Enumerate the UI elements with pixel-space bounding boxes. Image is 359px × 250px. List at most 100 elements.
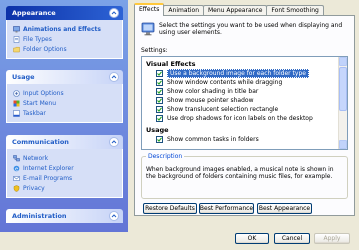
description-text: When background images enabled, a musica… [146, 166, 334, 180]
privacy-icon [13, 184, 20, 192]
link-animations-effects[interactable]: Animations and Effects [13, 24, 116, 34]
link-label: Folder Options [23, 45, 67, 53]
group-usage: Usage Input Options Start Menu Taskbar [6, 70, 123, 123]
link-label: E-mail Programs [23, 174, 73, 182]
group-title: Appearance [12, 9, 56, 17]
link-start-menu[interactable]: Start Menu [13, 98, 116, 108]
link-email-programs[interactable]: E-mail Programs [13, 173, 116, 183]
intro: Select the settings you want to be used … [141, 22, 351, 36]
link-input-options[interactable]: Input Options [13, 88, 116, 98]
option-label: Show common tasks in folders [167, 136, 259, 143]
description-title: Description [146, 153, 185, 160]
link-label: Network [23, 154, 49, 162]
link-privacy[interactable]: Privacy [13, 183, 116, 193]
settings-label: Settings: [141, 47, 168, 54]
collapse-chevron-icon[interactable] [109, 72, 119, 82]
group-header-communication[interactable]: Communication [6, 135, 123, 149]
checkbox[interactable] [156, 70, 163, 77]
email-icon [13, 175, 20, 181]
best-performance-button[interactable]: Best Performance [199, 203, 254, 214]
link-folder-options[interactable]: Folder Options [13, 44, 116, 54]
link-file-types[interactable]: File Types [13, 34, 116, 44]
option-label: Show mouse pointer shadow [167, 97, 254, 104]
checkbox[interactable] [156, 88, 163, 95]
svg-text:e: e [15, 166, 18, 172]
checkmark-icon [157, 80, 162, 85]
link-label: Start Menu [23, 99, 57, 107]
group-body: Input Options Start Menu Taskbar [6, 84, 123, 123]
scroll-up-button[interactable] [339, 57, 347, 66]
collapse-chevron-icon[interactable] [109, 211, 119, 221]
link-internet-explorer[interactable]: e Internet Explorer [13, 163, 116, 173]
effects-panel: Select the settings you want to be used … [134, 15, 355, 216]
group-body: Animations and Effects File Types Folder… [6, 20, 123, 59]
intro-text: Select the settings you want to be used … [159, 22, 343, 36]
option-label: Show window contents while dragging [167, 79, 283, 86]
monitor-icon [13, 25, 20, 32]
group-header-usage[interactable]: Usage [6, 70, 123, 84]
checkmark-icon [157, 107, 162, 112]
option-label: Show color shading in title bar [167, 88, 259, 95]
best-appearance-button[interactable]: Best Appearance [257, 203, 312, 214]
start-menu-icon [13, 100, 20, 106]
group-appearance: Appearance Animations and Effects File T… [6, 6, 123, 59]
cancel-button[interactable]: Cancel [274, 233, 310, 244]
description-box: Description When background images enabl… [141, 153, 348, 199]
checkbox[interactable] [156, 106, 163, 113]
link-taskbar[interactable]: Taskbar [13, 108, 116, 118]
link-label: Taskbar [23, 109, 46, 117]
collapse-chevron-icon[interactable] [109, 137, 119, 147]
group-communication: Communication Network e Internet Explore… [6, 135, 123, 198]
option-drop-shadows-desktop[interactable]: Use drop shadows for icon labels on the … [142, 114, 347, 123]
task-pane: Appearance Animations and Effects File T… [0, 0, 128, 232]
group-header-appearance[interactable]: Appearance [6, 6, 123, 20]
option-window-contents-dragging[interactable]: Show window contents while dragging [142, 78, 347, 87]
scroll-thumb[interactable] [339, 67, 347, 111]
option-mouse-pointer-shadow[interactable]: Show mouse pointer shadow [142, 96, 347, 105]
settings-monitor-icon [141, 22, 155, 36]
option-label: Use drop shadows for icon labels on the … [167, 115, 313, 122]
group-title: Communication [12, 138, 69, 146]
checkmark-icon [157, 116, 162, 121]
checkmark-icon [157, 89, 162, 94]
checkbox[interactable] [156, 115, 163, 122]
checkmark-icon [157, 98, 162, 103]
option-label: Use a background image for each folder t… [167, 69, 309, 78]
collapse-chevron-icon[interactable] [109, 8, 119, 18]
option-translucent-selection[interactable]: Show translucent selection rectangle [142, 105, 347, 114]
option-common-tasks[interactable]: Show common tasks in folders [142, 135, 347, 144]
ok-button[interactable]: OK [235, 233, 269, 244]
checkbox[interactable] [156, 79, 163, 86]
checkmark-icon [157, 71, 162, 76]
taskbar-icon [13, 109, 20, 117]
apply-button[interactable]: Apply [314, 233, 350, 244]
file-types-icon [13, 35, 20, 43]
network-icon [13, 154, 20, 161]
link-label: File Types [23, 35, 52, 43]
link-network[interactable]: Network [13, 153, 116, 163]
checkmark-icon [157, 137, 162, 142]
option-background-image[interactable]: Use a background image for each folder t… [142, 69, 347, 78]
group-header-administration[interactable]: Administration [6, 209, 123, 223]
internet-explorer-icon: e [13, 165, 20, 172]
scroll-down-button[interactable] [339, 140, 347, 149]
group-title: Usage [12, 73, 35, 81]
option-label: Show translucent selection rectangle [167, 106, 279, 113]
link-label: Privacy [23, 184, 45, 192]
group-administration: Administration [6, 209, 123, 223]
folder-icon [13, 46, 20, 52]
checkbox[interactable] [156, 97, 163, 104]
category-usage: Usage [146, 126, 169, 134]
group-title: Administration [12, 212, 67, 220]
link-label: Internet Explorer [23, 164, 74, 172]
restore-defaults-button[interactable]: Restore Defaults [143, 203, 197, 214]
input-options-icon [13, 89, 20, 97]
option-color-shading-title-bar[interactable]: Show color shading in title bar [142, 87, 347, 96]
tab-effects[interactable]: Effects [134, 3, 165, 16]
settings-listbox[interactable]: Visual Effects Use a background image fo… [141, 56, 348, 150]
category-visual-effects: Visual Effects [146, 60, 196, 68]
link-label: Input Options [23, 89, 64, 97]
checkbox[interactable] [156, 136, 163, 143]
vertical-scrollbar[interactable] [338, 57, 347, 149]
link-label: Animations and Effects [23, 25, 101, 33]
